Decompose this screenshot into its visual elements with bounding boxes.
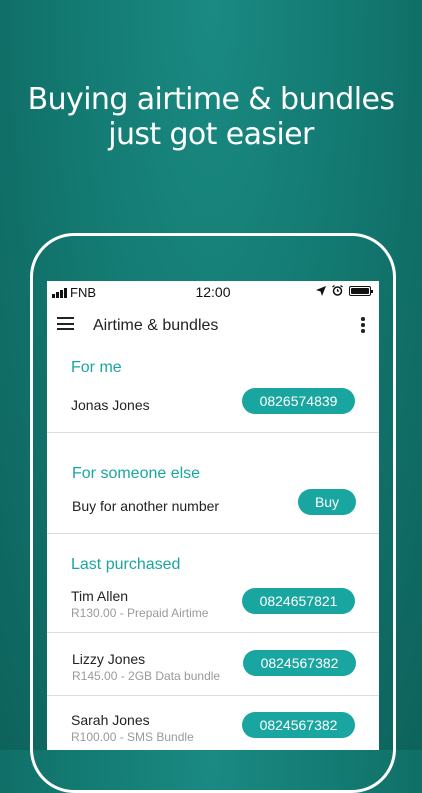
buy-button[interactable]: Buy <box>298 489 356 515</box>
for-me-name: Jonas Jones <box>71 397 150 413</box>
battery-icon <box>349 285 373 296</box>
contact-name: Tim Allen <box>71 588 129 604</box>
more-options-icon[interactable] <box>361 317 365 333</box>
contact-name: Sarah Jones <box>71 712 150 728</box>
app-bar-title: Airtime & bundles <box>93 317 219 334</box>
status-bar: FNB 12:00 <box>47 281 379 303</box>
app-bar: Airtime & bundles <box>47 303 379 347</box>
for-someone-else-title: For someone else <box>72 465 201 482</box>
purchase-detail: R130.00 - Prepaid Airtime <box>71 606 209 620</box>
location-arrow-icon <box>316 285 326 296</box>
contact-name: Lizzy Jones <box>72 651 146 667</box>
headline: Buying airtime & bundles just got easier <box>0 82 422 152</box>
purchase-detail: R100.00 - SMS Bundle <box>71 730 194 744</box>
divider <box>47 533 379 534</box>
divider <box>47 695 379 696</box>
headline-line-2: just got easier <box>108 117 314 152</box>
for-me-number-button[interactable]: 0826574839 <box>242 388 355 414</box>
repurchase-number-button[interactable]: 0824567382 <box>242 712 355 738</box>
purchase-detail: R145.00 - 2GB Data bundle <box>72 669 221 683</box>
last-purchased-title: Last purchased <box>71 556 181 573</box>
hamburger-menu-icon[interactable] <box>57 317 74 330</box>
repurchase-number-button[interactable]: 0824657821 <box>242 588 355 614</box>
status-right <box>316 285 373 296</box>
headline-line-1: Buying airtime & bundles <box>27 82 395 117</box>
for-me-title: For me <box>71 359 122 376</box>
divider <box>47 632 379 633</box>
buy-for-another-number-label: Buy for another number <box>72 498 220 514</box>
repurchase-number-button[interactable]: 0824567382 <box>243 650 356 676</box>
alarm-icon <box>332 285 343 296</box>
phone-screen: FNB 12:00 Airtime & bundles For me Jonas… <box>47 281 379 750</box>
divider <box>47 432 379 433</box>
